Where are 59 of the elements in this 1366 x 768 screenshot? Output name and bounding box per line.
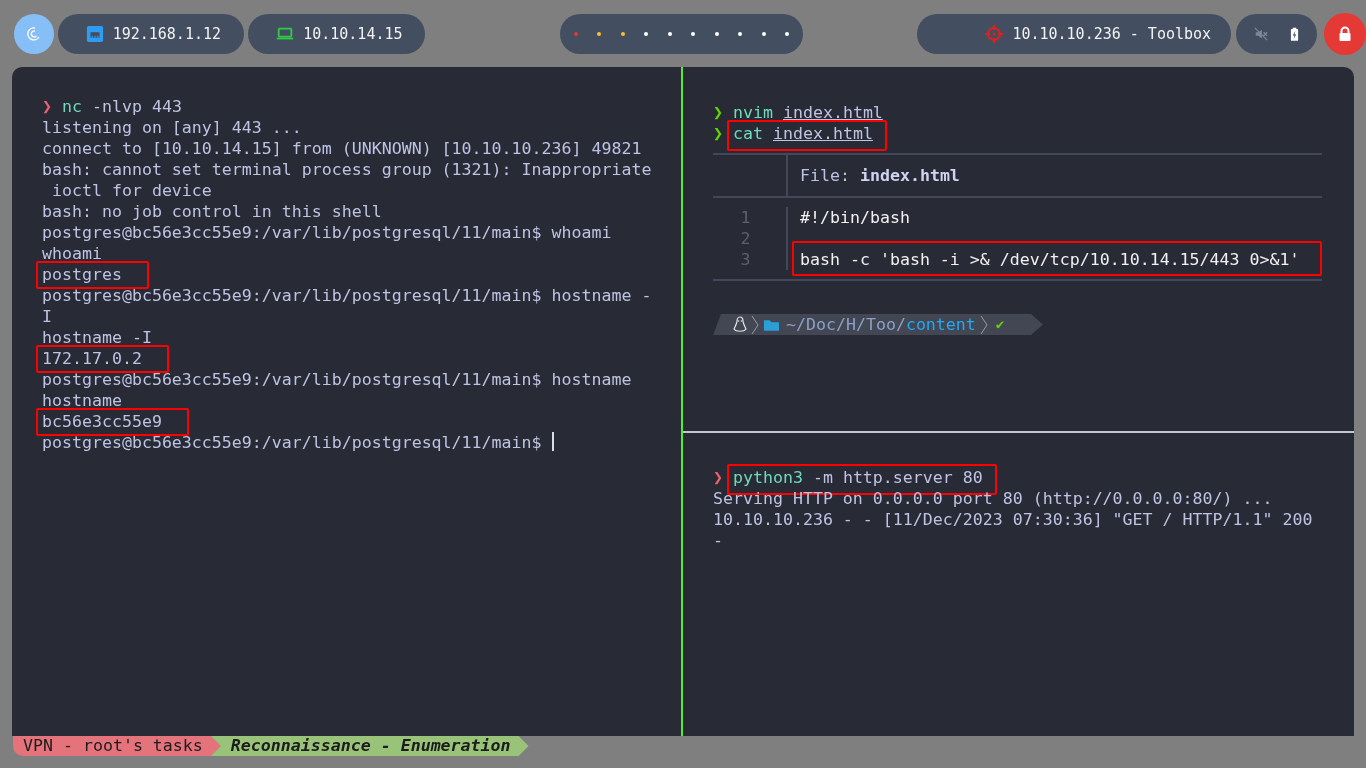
lock-button[interactable] [1324, 13, 1366, 55]
status-check: ✔ [995, 315, 1005, 334]
battery-icon [1290, 26, 1300, 42]
terminal-line: connect to [10.10.14.15] from (UNKNOWN) [10.10.10.236] 49821 [42, 139, 642, 158]
workspace-dot[interactable] [785, 32, 790, 36]
terminal-line: I [42, 307, 52, 326]
terminal-line: postgres@bc56e3cc55e9:/var/lib/postgresql/11/main$ hostname - [42, 286, 652, 305]
terminal-line: - [713, 531, 723, 550]
current-directory: content [905, 314, 976, 335]
terminal-line: postgres@bc56e3cc55e9:/var/lib/postgresql/11/main$ whoami [42, 223, 612, 242]
workspace-dot[interactable] [667, 32, 672, 36]
ethernet-icon [85, 25, 104, 43]
workspace-dot[interactable] [691, 32, 696, 36]
crosshair-icon [984, 24, 1005, 44]
prompt-symbol: ❯ [713, 468, 723, 487]
ip-address: 192.168.1.12 [112, 25, 221, 43]
terminal-line: postgres@bc56e3cc55e9:/var/lib/postgresql/11/main$ [42, 433, 543, 452]
menu-button[interactable] [14, 14, 54, 54]
prompt-symbol: ❯ [42, 97, 52, 116]
workspace-dot[interactable] [714, 32, 719, 36]
workspace-dot[interactable] [620, 32, 625, 36]
terminal-line: ioctl for device [51, 181, 212, 200]
mute-icon [1254, 27, 1269, 41]
status-segment: Reconnaissance - Enumeration [210, 736, 529, 756]
folder-icon [763, 317, 780, 332]
status-segment: VPN - root's tasks [13, 736, 221, 756]
terminal-line: listening on [any] 443 ... [42, 118, 302, 137]
command-args: -nlvp 443 [91, 97, 182, 116]
workspace-dot[interactable] [738, 32, 743, 36]
directory-path: ~/Doc/H/Too/ [786, 314, 906, 335]
terminal-line: hostname -I [42, 328, 152, 347]
terminal-line: bash: cannot set terminal process group (1321): Inappropriate [42, 160, 652, 179]
terminal-line: whoami [42, 244, 102, 263]
terminal-line: 10.10.10.236 - - [11/Dec/2023 07:30:36] "GET / HTTP/1.1" 200 [713, 510, 1313, 529]
lock-icon [1337, 26, 1354, 42]
prompt-symbol: ❯ [713, 103, 723, 122]
terminal-line: Serving HTTP on 0.0.0.0 port 80 (http://0.0.0.0:80/) ... [713, 489, 1273, 508]
workspace-dot[interactable] [573, 32, 578, 36]
target-label: 10.10.10.236 - Toolbox [1012, 25, 1212, 43]
penguin-icon [733, 315, 747, 334]
file-path: index.html [772, 124, 873, 143]
workspace-dot[interactable] [761, 32, 766, 36]
terminal-line: bash: no job control in this shell [42, 202, 382, 221]
workspace-dot[interactable] [597, 32, 602, 36]
command-name: cat [733, 124, 763, 143]
command-name: nvim [733, 103, 773, 122]
terminal-line: hostname [42, 391, 122, 410]
file-header: File: index.html [799, 165, 960, 186]
workspace-dot[interactable] [644, 32, 649, 36]
chevron-icon [979, 314, 988, 335]
chevron-icon [751, 314, 759, 335]
ip-address: 10.10.14.15 [303, 25, 403, 43]
prompt-symbol: ❯ [713, 124, 723, 143]
command-name: nc [62, 97, 82, 116]
command-name: python3 [733, 468, 803, 487]
terminal-line: postgres@bc56e3cc55e9:/var/lib/postgresql/11/main$ hostname [42, 370, 632, 389]
file-path: index.html [782, 103, 883, 122]
code-line: #!/bin/bash [800, 208, 910, 227]
command-args: -m http.server 80 [812, 468, 983, 487]
